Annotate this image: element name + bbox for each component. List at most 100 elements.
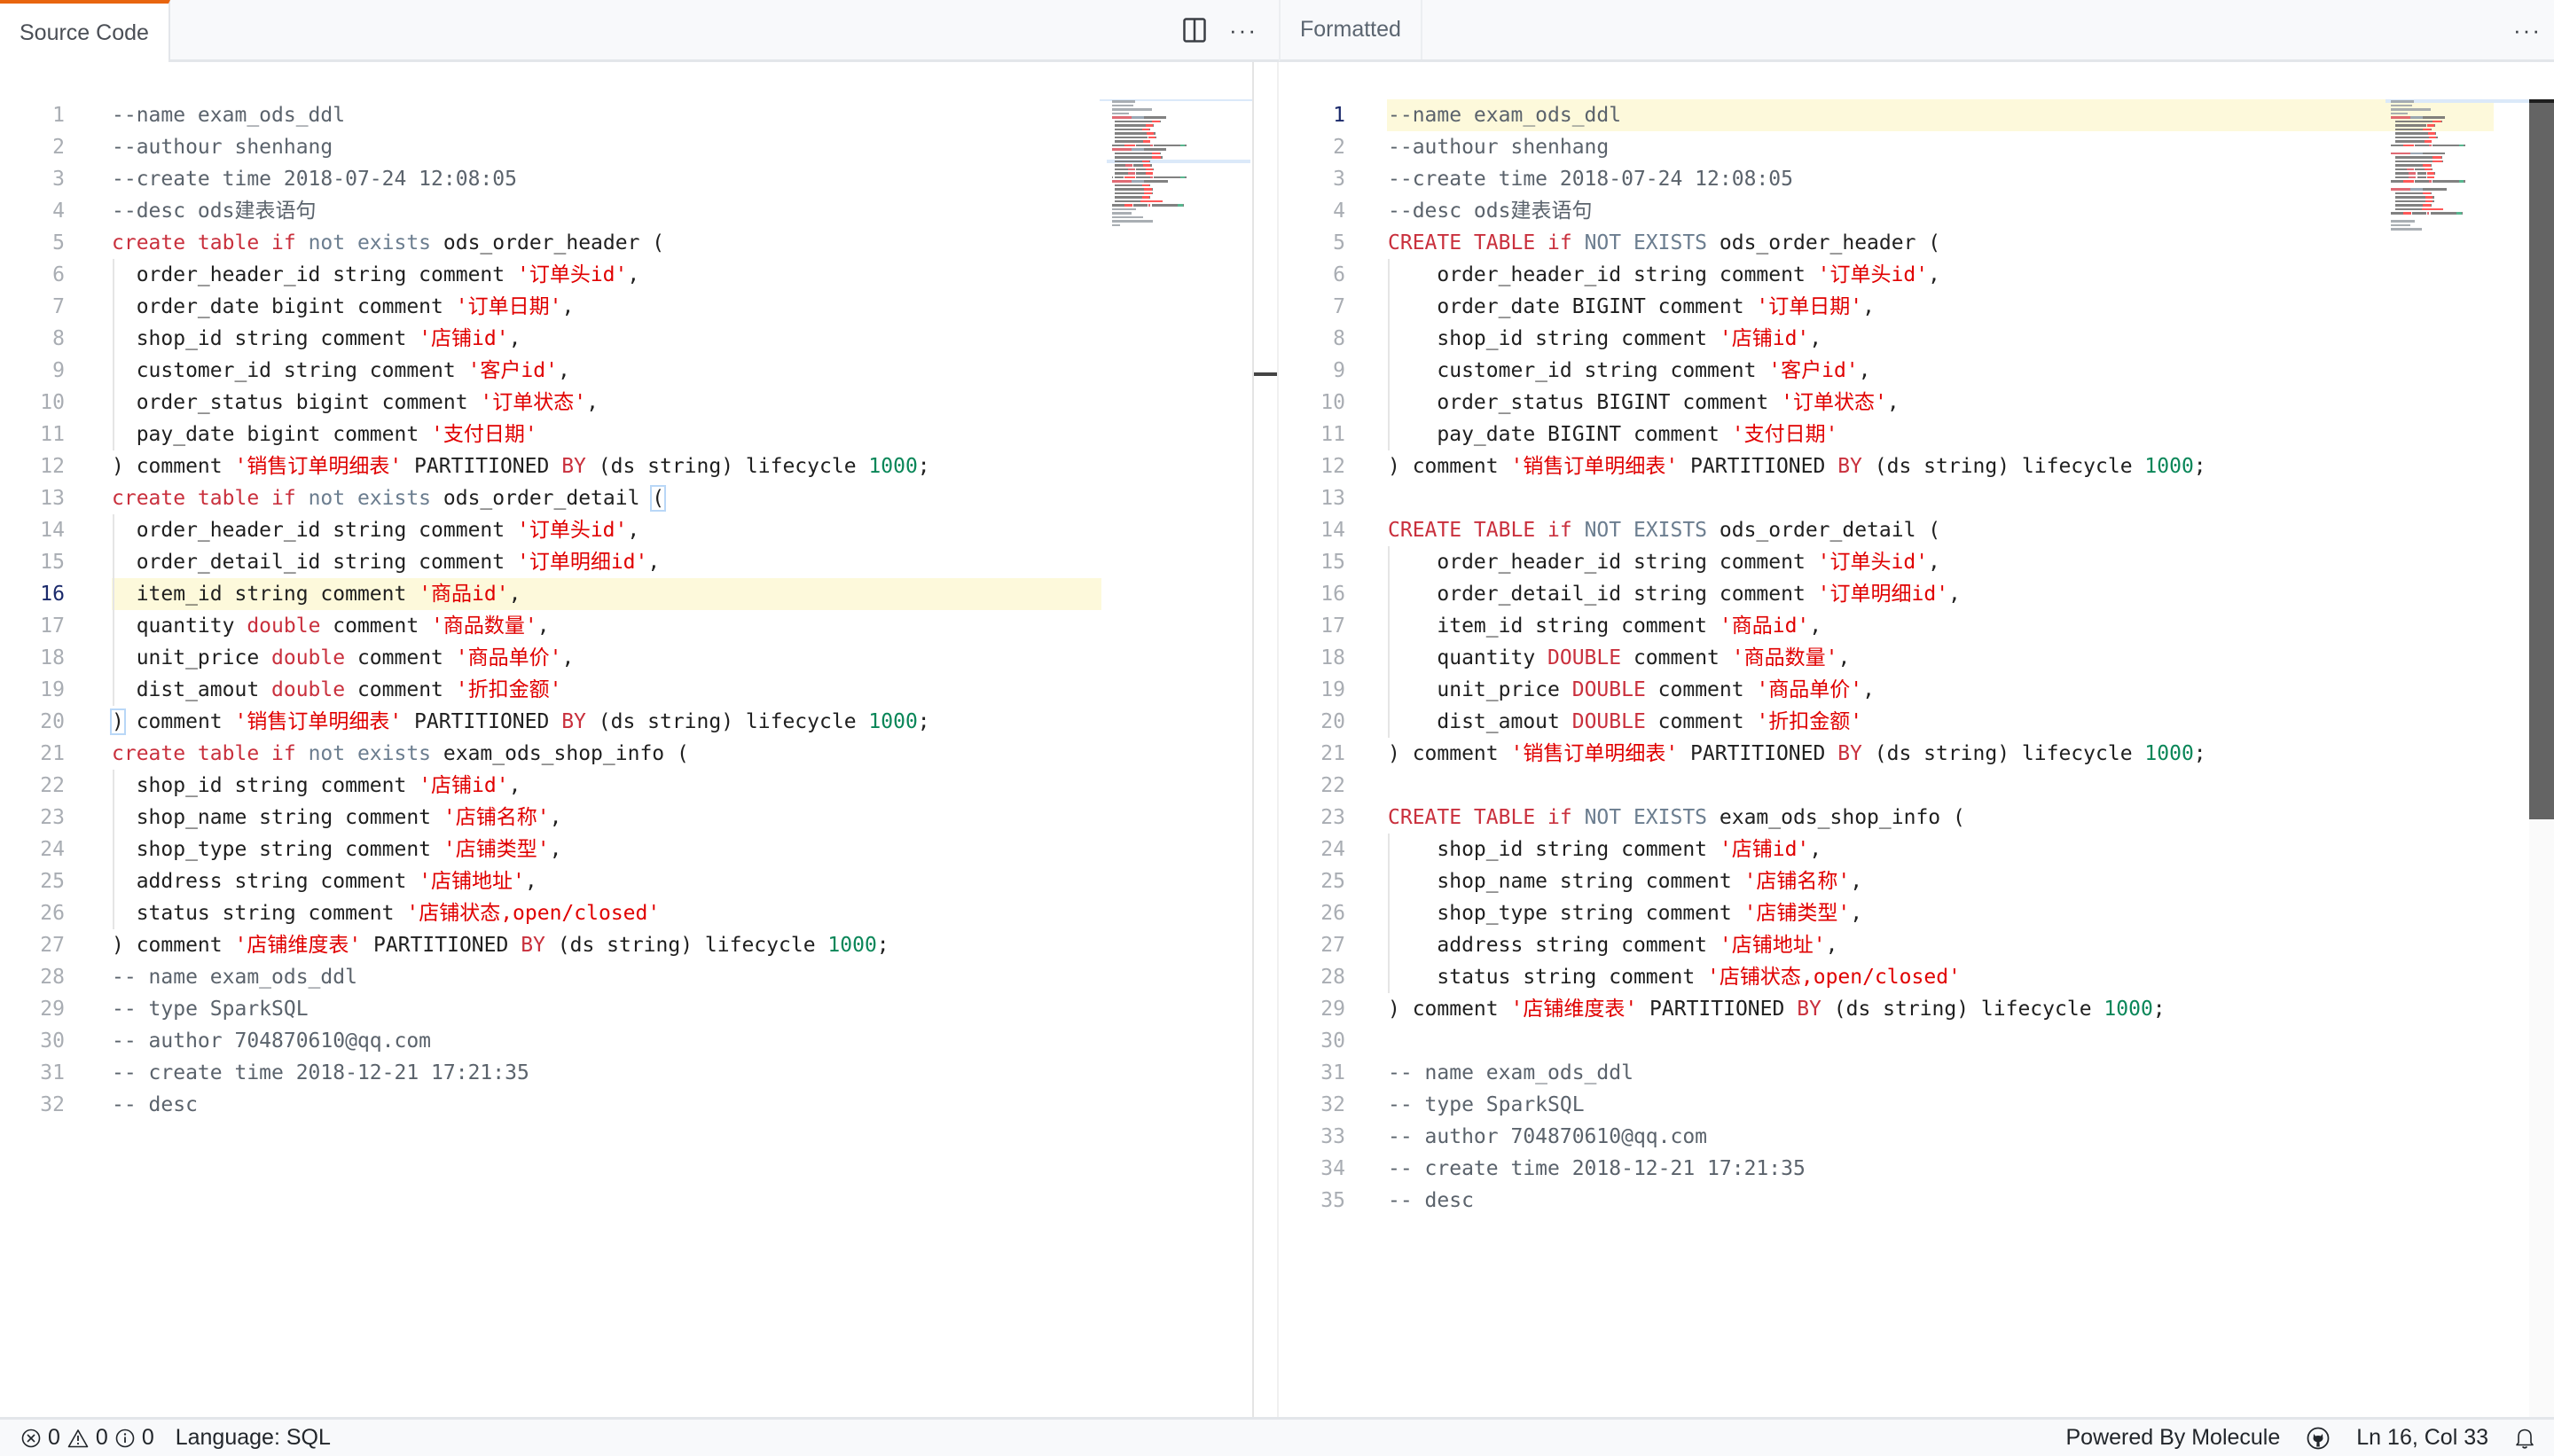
code-line[interactable]: 31 -- name exam_ods_ddl [1279, 1057, 2554, 1089]
code-line[interactable]: 27) comment '店铺维度表' PARTITIONED BY (ds s… [0, 929, 1252, 961]
code-line[interactable]: 2 --authour shenhang [1279, 131, 2554, 163]
code-line[interactable]: 14 order_header_id string comment '订单头id… [0, 514, 1252, 546]
formatted-editor[interactable]: 1 --name exam_ods_ddl 2 --authour shenhang 3… [1279, 62, 2554, 1417]
code-line[interactable]: 7 order_date bigint comment '订单日期', [0, 291, 1252, 323]
code-line[interactable]: 34 -- create time 2018-12-21 17:21:35 [1279, 1153, 2554, 1185]
code-line[interactable]: 6 order_header_id string comment '订单头id'… [0, 259, 1252, 291]
code-line[interactable]: 24 shop_id string comment '店铺id', [1279, 834, 2554, 865]
vertical-scrollbar[interactable] [2529, 99, 2554, 1417]
code-line[interactable]: 2 --authour shenhang [0, 131, 1252, 163]
minimap-line [2386, 207, 2529, 211]
code-line[interactable]: 11 pay_date BIGINT comment '支付日期' [1279, 419, 2554, 450]
code-line[interactable]: 23 shop_name string comment '店铺名称', [0, 802, 1252, 834]
token-p: , [1862, 295, 1875, 318]
minimap[interactable] [1107, 99, 1250, 232]
code-line[interactable]: 28 -- name exam_ods_ddl [0, 961, 1252, 993]
code-line[interactable]: 6 order_header_id string comment '订单头id'… [1279, 259, 2554, 291]
code-line[interactable]: 35 -- desc [1279, 1185, 2554, 1217]
minimap-token [2442, 160, 2444, 162]
code-line[interactable]: 18 quantity DOUBLE comment '商品数量', [1279, 642, 2554, 674]
code-line[interactable]: 4 --desc ods建表语句 [1279, 195, 2554, 227]
code-line[interactable]: 30 -- author 704870610@qq.com [0, 1025, 1252, 1057]
line-number: 8 [52, 327, 65, 350]
code-line[interactable]: 9 customer_id string comment '客户id', [1279, 355, 2554, 387]
code-line[interactable]: 20 dist_amout DOUBLE comment '折扣金额' [1279, 706, 2554, 738]
code-line[interactable]: 26 shop_type string comment '店铺类型', [1279, 897, 2554, 929]
token-kw: CREATE TABLE if [1388, 806, 1585, 829]
code-line[interactable]: 25 shop_name string comment '店铺名称', [1279, 865, 2554, 897]
split-editor-icon[interactable] [1183, 17, 1206, 43]
tab-source-code[interactable]: Source Code [0, 0, 170, 62]
scrollbar-thumb[interactable] [2529, 99, 2554, 819]
code-line[interactable]: 18 unit_price double comment '商品单价', [0, 642, 1252, 674]
code-line[interactable]: 28 status string comment '店铺状态,open/clos… [1279, 961, 2554, 993]
token-kw: double [247, 614, 321, 638]
code-line[interactable]: 8 shop_id string comment '店铺id', [1279, 323, 2554, 355]
code-line[interactable]: 10 order_status bigint comment '订单状态', [0, 387, 1252, 419]
cursor-position[interactable]: Ln 16, Col 33 [2356, 1425, 2488, 1451]
token-p: PARTITIONED [1637, 998, 1798, 1021]
code-line[interactable]: 26 status string comment '店铺状态,open/clos… [0, 897, 1252, 929]
split-sash[interactable] [1252, 62, 1279, 1417]
code-line[interactable]: 1 --name exam_ods_ddl [1279, 99, 2554, 131]
more-actions-icon[interactable]: ··· [1229, 19, 1257, 42]
code-line[interactable]: 17 item_id string comment '商品id', [1279, 610, 2554, 642]
token-str: '商品单价' [1756, 678, 1863, 701]
minimap-line [1107, 179, 1250, 183]
code-line[interactable]: 21 create table if not exists exam_ods_sh… [0, 738, 1252, 770]
code-line[interactable]: 22 shop_id string comment '店铺id', [0, 770, 1252, 802]
code-line[interactable]: 14 CREATE TABLE if NOT EXISTS ods_order_d… [1279, 514, 2554, 546]
tab-formatted[interactable]: Formatted [1281, 0, 1422, 59]
code-line[interactable]: 31 -- create time 2018-12-21 17:21:35 [0, 1057, 1252, 1089]
minimap[interactable] [2386, 99, 2529, 232]
token-p: dist_amout [1388, 710, 1572, 733]
code-line[interactable]: 16 order_detail_id string comment '订单明细i… [1279, 578, 2554, 610]
more-actions-icon[interactable]: ··· [2513, 19, 2542, 42]
code-line[interactable]: 32 -- type SparkSQL [1279, 1089, 2554, 1121]
code-line[interactable]: 8 shop_id string comment '店铺id', [0, 323, 1252, 355]
code-line[interactable]: 25 address string comment '店铺地址', [0, 865, 1252, 897]
code-line[interactable]: 16 item_id string comment '商品id', [0, 578, 1252, 610]
token-str: '订单状态' [480, 391, 587, 414]
indent-guide [1388, 259, 1390, 450]
code-line[interactable]: 23 CREATE TABLE if NOT EXISTS exam_ods_sh… [1279, 802, 2554, 834]
code-line[interactable]: 13 create table if not exists ods_order_d… [0, 482, 1252, 514]
code-line[interactable]: 19 dist_amout double comment '折扣金额' [0, 674, 1252, 706]
code-line[interactable]: 7 order_date BIGINT comment '订单日期', [1279, 291, 2554, 323]
minimap-token [1151, 188, 1153, 191]
code-line[interactable]: 9 customer_id string comment '客户id', [0, 355, 1252, 387]
code-line[interactable]: 5 create table if not exists ods_order_he… [0, 227, 1252, 259]
code-line[interactable]: 15 order_detail_id string comment '订单明细i… [0, 546, 1252, 578]
code-line[interactable]: 4 --desc ods建表语句 [0, 195, 1252, 227]
code-line[interactable]: 12) comment '销售订单明细表' PARTITIONED BY (ds… [1279, 450, 2554, 482]
code-line[interactable]: 33 -- author 704870610@qq.com [1279, 1121, 2554, 1153]
code-line[interactable]: 20) comment '销售订单明细表' PARTITIONED BY (ds… [0, 706, 1252, 738]
code-line[interactable]: 22 [1279, 770, 2554, 802]
language-indicator[interactable]: Language: SQL [176, 1425, 331, 1451]
bell-icon[interactable] [2515, 1427, 2534, 1450]
code-line[interactable]: 32 -- desc [0, 1089, 1252, 1121]
code-line[interactable]: 5 CREATE TABLE if NOT EXISTS ods_order_he… [1279, 227, 2554, 259]
code-line[interactable]: 24 shop_type string comment '店铺类型', [0, 834, 1252, 865]
github-icon[interactable] [2307, 1427, 2330, 1450]
code-line[interactable]: 12) comment '销售订单明细表' PARTITIONED BY (ds… [0, 450, 1252, 482]
code-line[interactable]: 13 [1279, 482, 2554, 514]
sash-handle[interactable] [1254, 372, 1277, 376]
code-line[interactable]: 11 pay_date bigint comment '支付日期' [0, 419, 1252, 450]
code-line[interactable]: 3 --create time 2018-07-24 12:08:05 [0, 163, 1252, 195]
problems-indicator[interactable]: 0 0 0 [21, 1425, 154, 1451]
code-line[interactable]: 21) comment '销售订单明细表' PARTITIONED BY (ds… [1279, 738, 2554, 770]
minimap-line [2386, 168, 2529, 171]
code-line[interactable]: 10 order_status BIGINT comment '订单状态', [1279, 387, 2554, 419]
code-line[interactable]: 17 quantity double comment '商品数量', [0, 610, 1252, 642]
code-line[interactable]: 1 --name exam_ods_ddl [0, 99, 1252, 131]
code-line[interactable]: 29 -- type SparkSQL [0, 993, 1252, 1025]
code-line[interactable]: 27 address string comment '店铺地址', [1279, 929, 2554, 961]
code-line[interactable]: 30 [1279, 1025, 2554, 1057]
code-line[interactable]: 15 order_header_id string comment '订单头id… [1279, 546, 2554, 578]
minimap-line [1107, 131, 1250, 135]
code-line[interactable]: 3 --create time 2018-07-24 12:08:05 [1279, 163, 2554, 195]
code-line[interactable]: 29) comment '店铺维度表' PARTITIONED BY (ds s… [1279, 993, 2554, 1025]
source-editor[interactable]: 1 --name exam_ods_ddl 2 --authour shenhang 3… [0, 62, 1252, 1417]
code-line[interactable]: 19 unit_price DOUBLE comment '商品单价', [1279, 674, 2554, 706]
